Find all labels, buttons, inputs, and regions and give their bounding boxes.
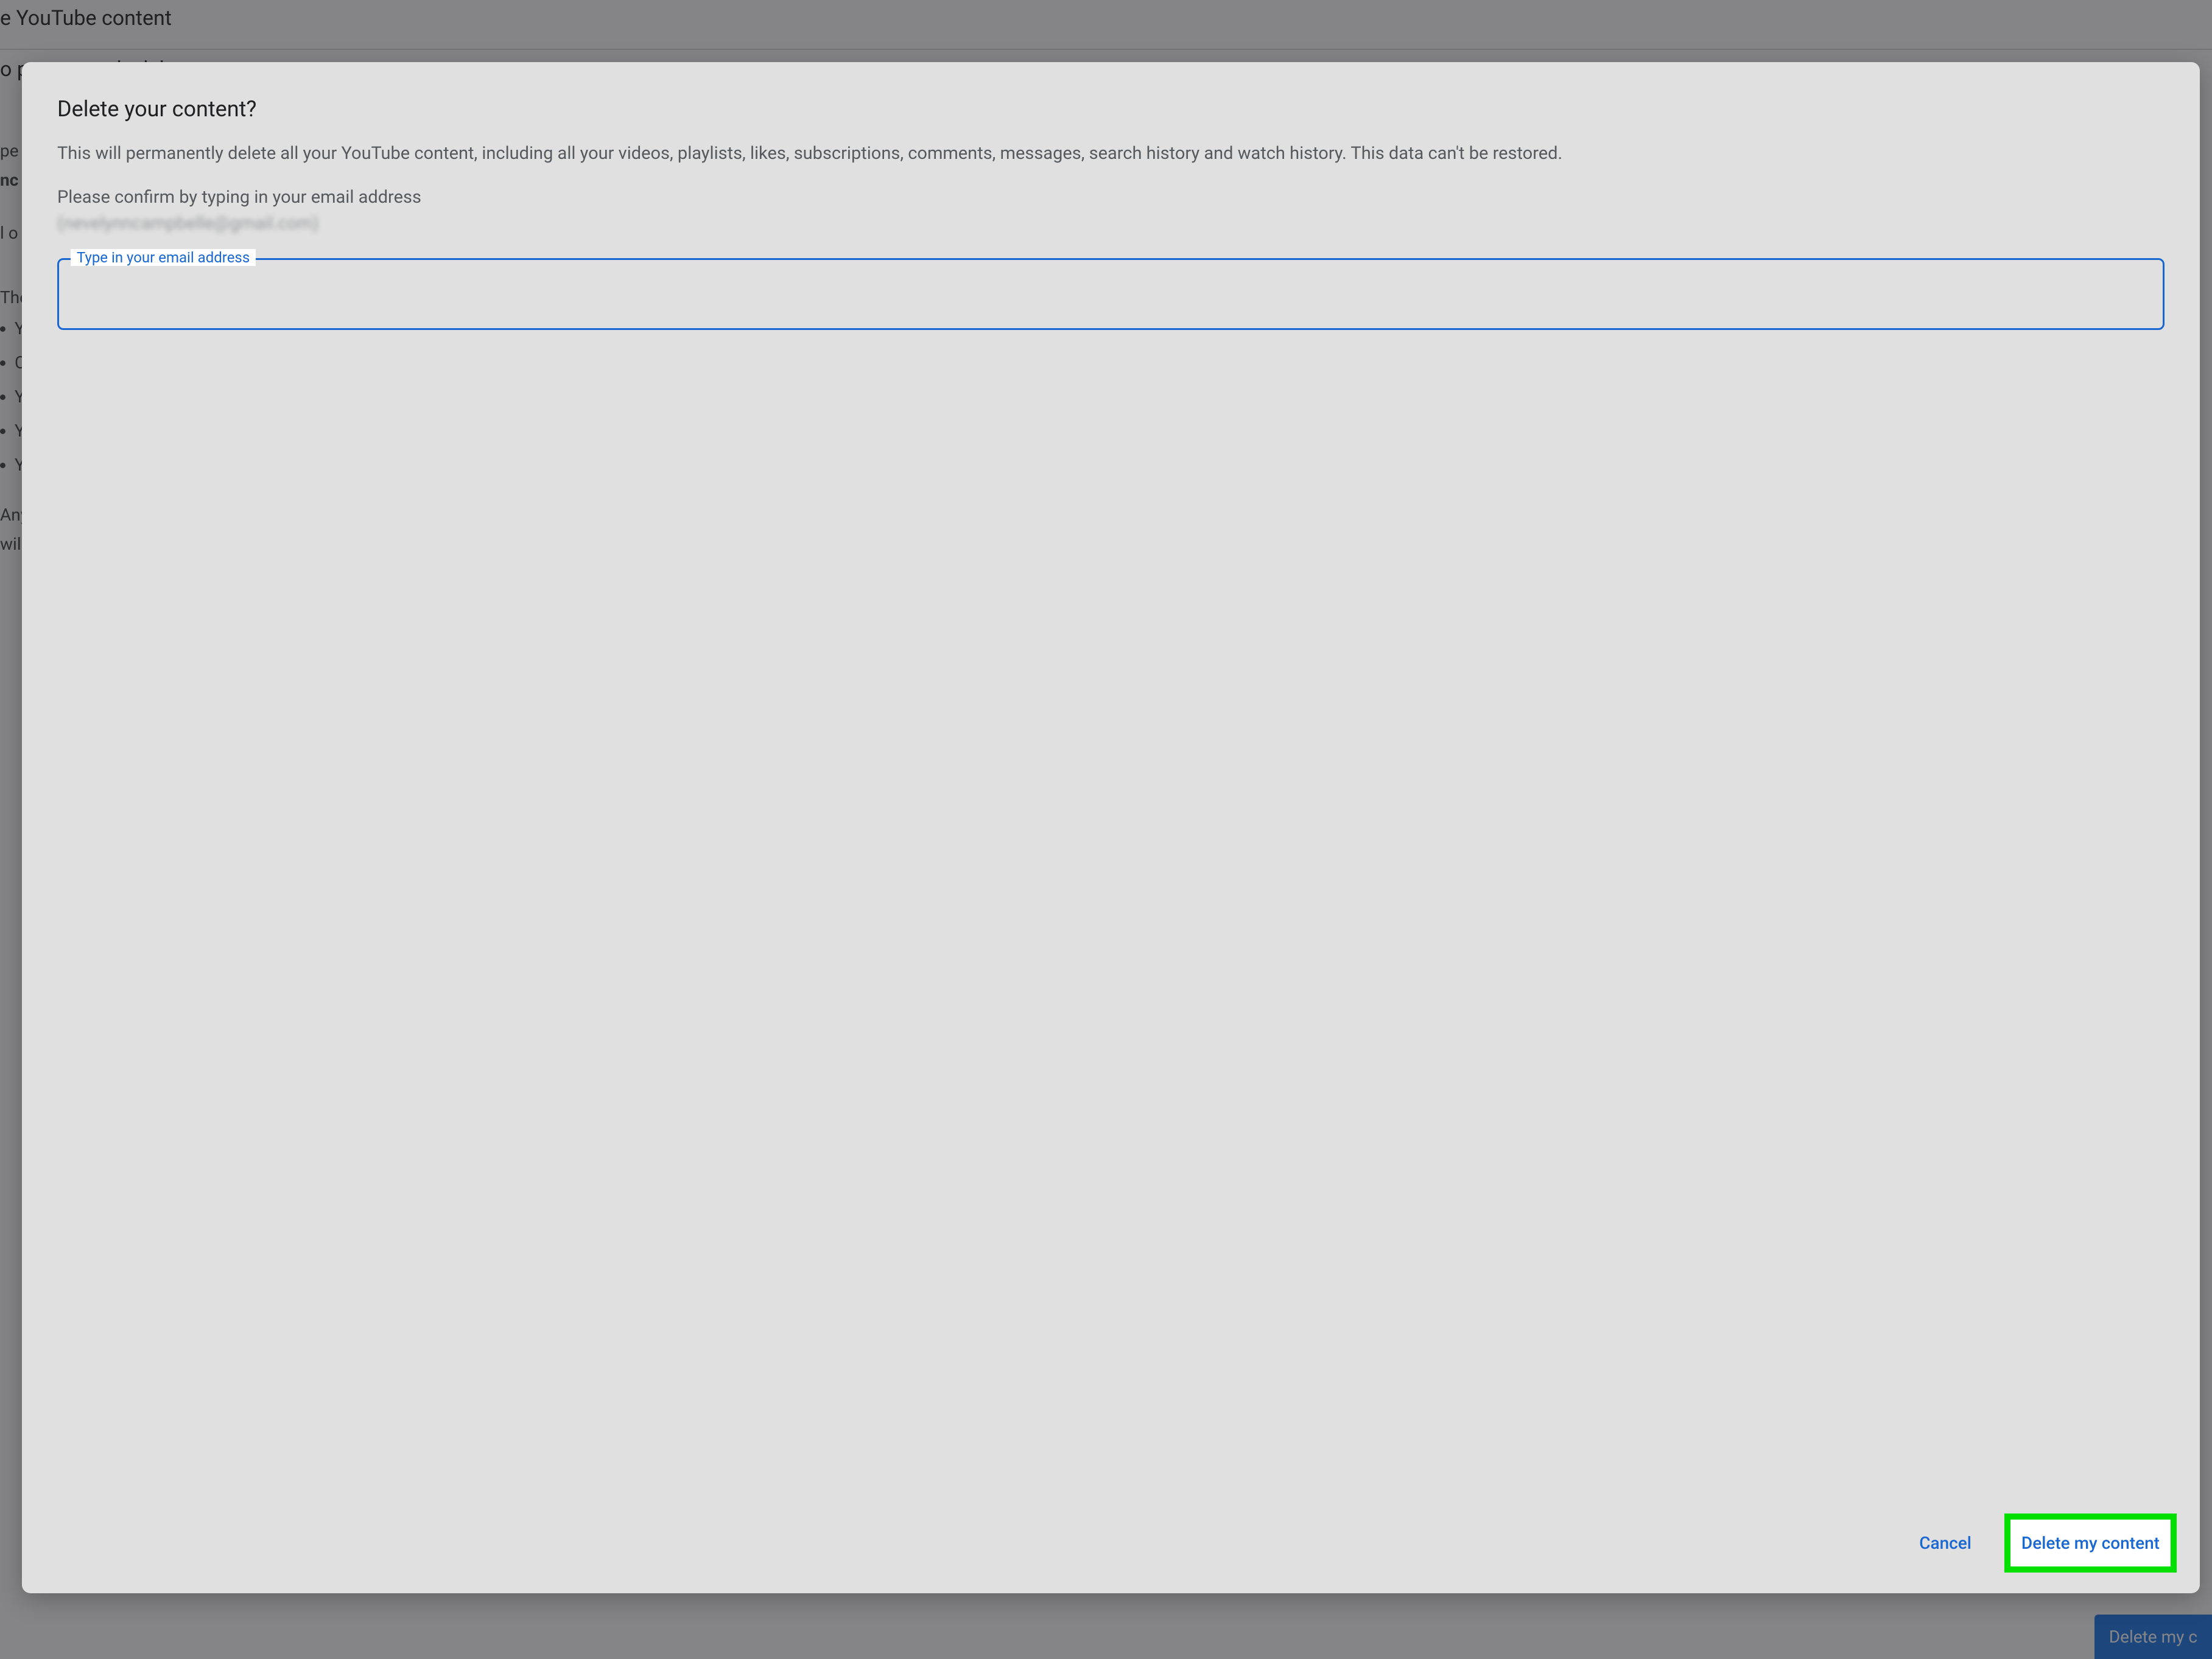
- confirm-prompt: Please confirm by typing in your email a…: [57, 184, 2165, 211]
- dialog-description: This will permanently delete all your Yo…: [57, 140, 2165, 167]
- dialog-title: Delete your content?: [57, 96, 2165, 122]
- email-input[interactable]: [57, 258, 2165, 330]
- dialog-actions: Cancel Delete my content: [1911, 1513, 2177, 1573]
- delete-my-content-button[interactable]: Delete my content: [2021, 1533, 2160, 1553]
- delete-content-dialog: Delete your content? This will permanent…: [22, 62, 2200, 1593]
- modal-backdrop: Delete your content? This will permanent…: [0, 0, 2212, 1659]
- email-field-wrap: Type in your email address: [57, 258, 2165, 330]
- cancel-button[interactable]: Cancel: [1911, 1526, 1980, 1560]
- redacted-email: (nevelynncampbelle@gmail.com): [57, 213, 319, 234]
- instruction-highlight: Delete my content: [2004, 1513, 2177, 1573]
- email-field-label: Type in your email address: [71, 249, 256, 266]
